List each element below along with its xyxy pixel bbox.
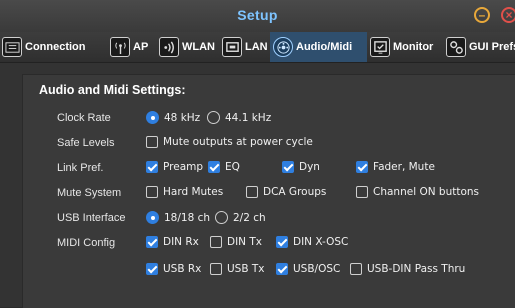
option-label: DCA Groups: [263, 186, 327, 198]
option-label: USB/OSC: [293, 263, 341, 275]
mute-outputs-checkbox[interactable]: Mute outputs at power cycle: [146, 136, 313, 148]
tab-label: AP: [133, 41, 149, 53]
gears-icon: [446, 37, 466, 57]
window-title: Setup: [237, 7, 278, 23]
setup-window: Setup – × Connection AP WLAN LAN Audio/M…: [0, 0, 515, 308]
checkbox-icon: [210, 236, 222, 248]
option-label: USB Rx: [163, 263, 202, 275]
close-icon[interactable]: ×: [501, 7, 515, 23]
channel-on-buttons-checkbox[interactable]: Channel ON buttons: [356, 186, 479, 198]
checkbox-icon: [146, 186, 158, 198]
option-label: Channel ON buttons: [373, 186, 480, 198]
usb-din-pass-thru-checkbox[interactable]: USB-DIN Pass Thru: [350, 263, 465, 275]
section-title: Audio and Midi Settings:: [39, 83, 186, 97]
din-x-osc-checkbox[interactable]: DIN X-OSC: [276, 236, 348, 248]
usb-2-2-radio[interactable]: 2/2 ch: [215, 211, 266, 224]
checkbox-icon: [246, 186, 258, 198]
tab-label: Audio/Midi: [296, 41, 353, 53]
option-label: Dyn: [299, 161, 320, 173]
checkbox-checked-icon: [146, 236, 158, 248]
option-label: 48 kHz: [164, 111, 201, 124]
lan-icon: [222, 37, 242, 57]
tab-ap[interactable]: AP: [110, 32, 148, 62]
clock-rate-44-radio[interactable]: 44.1 kHz: [207, 111, 271, 124]
tab-gui-prefs[interactable]: GUI Prefs: [446, 32, 515, 62]
usb-tx-checkbox[interactable]: USB Tx: [210, 263, 265, 275]
tab-label: LAN: [245, 41, 268, 53]
fader-mute-checkbox[interactable]: Fader, Mute: [356, 161, 435, 173]
checkbox-icon: [210, 263, 222, 275]
minimize-icon[interactable]: –: [474, 7, 490, 23]
checkbox-icon: [146, 136, 158, 148]
option-label: DIN Rx: [163, 236, 199, 248]
audio-midi-icon: [273, 37, 293, 57]
tab-monitor[interactable]: Monitor: [370, 32, 433, 62]
option-label: 18/18 ch: [164, 211, 211, 224]
clock-rate-label: Clock Rate: [57, 112, 111, 124]
option-label: Preamp: [163, 161, 204, 173]
din-tx-checkbox[interactable]: DIN Tx: [210, 236, 262, 248]
tab-label: GUI Prefs: [469, 41, 515, 53]
hard-mutes-checkbox[interactable]: Hard Mutes: [146, 186, 223, 198]
checkbox-checked-icon: [146, 263, 158, 275]
tab-label: Connection: [25, 41, 86, 53]
option-label: USB Tx: [227, 263, 265, 275]
usb-interface-label: USB Interface: [57, 212, 126, 224]
option-label: DIN X-OSC: [293, 236, 349, 248]
checkbox-checked-icon: [282, 161, 294, 173]
din-rx-checkbox[interactable]: DIN Rx: [146, 236, 199, 248]
usb-18-18-radio[interactable]: 18/18 ch: [146, 211, 210, 224]
radio-icon: [215, 211, 228, 224]
eq-checkbox[interactable]: EQ: [208, 161, 240, 173]
usb-osc-checkbox[interactable]: USB/OSC: [276, 263, 340, 275]
clock-rate-48-radio[interactable]: 48 kHz: [146, 111, 200, 124]
option-label: 2/2 ch: [233, 211, 266, 224]
checkbox-checked-icon: [146, 161, 158, 173]
checkbox-checked-icon: [208, 161, 220, 173]
option-label: Hard Mutes: [163, 186, 224, 198]
antenna-icon: [110, 37, 130, 57]
tab-bar: Connection AP WLAN LAN Audio/Midi Monito…: [0, 32, 515, 63]
checkbox-checked-icon: [276, 263, 288, 275]
option-label: Mute outputs at power cycle: [163, 136, 313, 148]
checkbox-checked-icon: [276, 236, 288, 248]
dyn-checkbox[interactable]: Dyn: [282, 161, 320, 173]
safe-levels-label: Safe Levels: [57, 137, 115, 149]
tab-connection[interactable]: Connection: [2, 32, 86, 62]
radio-selected-icon: [146, 111, 159, 124]
radio-selected-icon: [146, 211, 159, 224]
wifi-icon: [159, 37, 179, 57]
checkbox-checked-icon: [356, 161, 368, 173]
audio-midi-panel: Audio and Midi Settings: Clock Rate 48 k…: [22, 74, 515, 308]
option-label: 44.1 kHz: [225, 111, 272, 124]
dca-groups-checkbox[interactable]: DCA Groups: [246, 186, 326, 198]
checkbox-icon: [356, 186, 368, 198]
option-label: USB-DIN Pass Thru: [367, 263, 466, 275]
mute-system-label: Mute System: [57, 187, 122, 199]
tab-label: WLAN: [182, 41, 215, 53]
preamp-checkbox[interactable]: Preamp: [146, 161, 203, 173]
tab-audio-midi[interactable]: Audio/Midi: [270, 32, 367, 62]
tab-lan[interactable]: LAN: [222, 32, 268, 62]
connection-icon: [2, 37, 22, 57]
option-label: Fader, Mute: [373, 161, 435, 173]
tab-label: Monitor: [393, 41, 434, 53]
option-label: DIN Tx: [227, 236, 263, 248]
option-label: EQ: [225, 161, 240, 173]
usb-rx-checkbox[interactable]: USB Rx: [146, 263, 201, 275]
title-bar: Setup – ×: [0, 0, 515, 32]
monitor-icon: [370, 37, 390, 57]
link-pref-label: Link Pref.: [57, 162, 104, 174]
midi-config-label: MIDI Config: [57, 237, 116, 249]
tab-wlan[interactable]: WLAN: [159, 32, 215, 62]
radio-icon: [207, 111, 220, 124]
checkbox-icon: [350, 263, 362, 275]
